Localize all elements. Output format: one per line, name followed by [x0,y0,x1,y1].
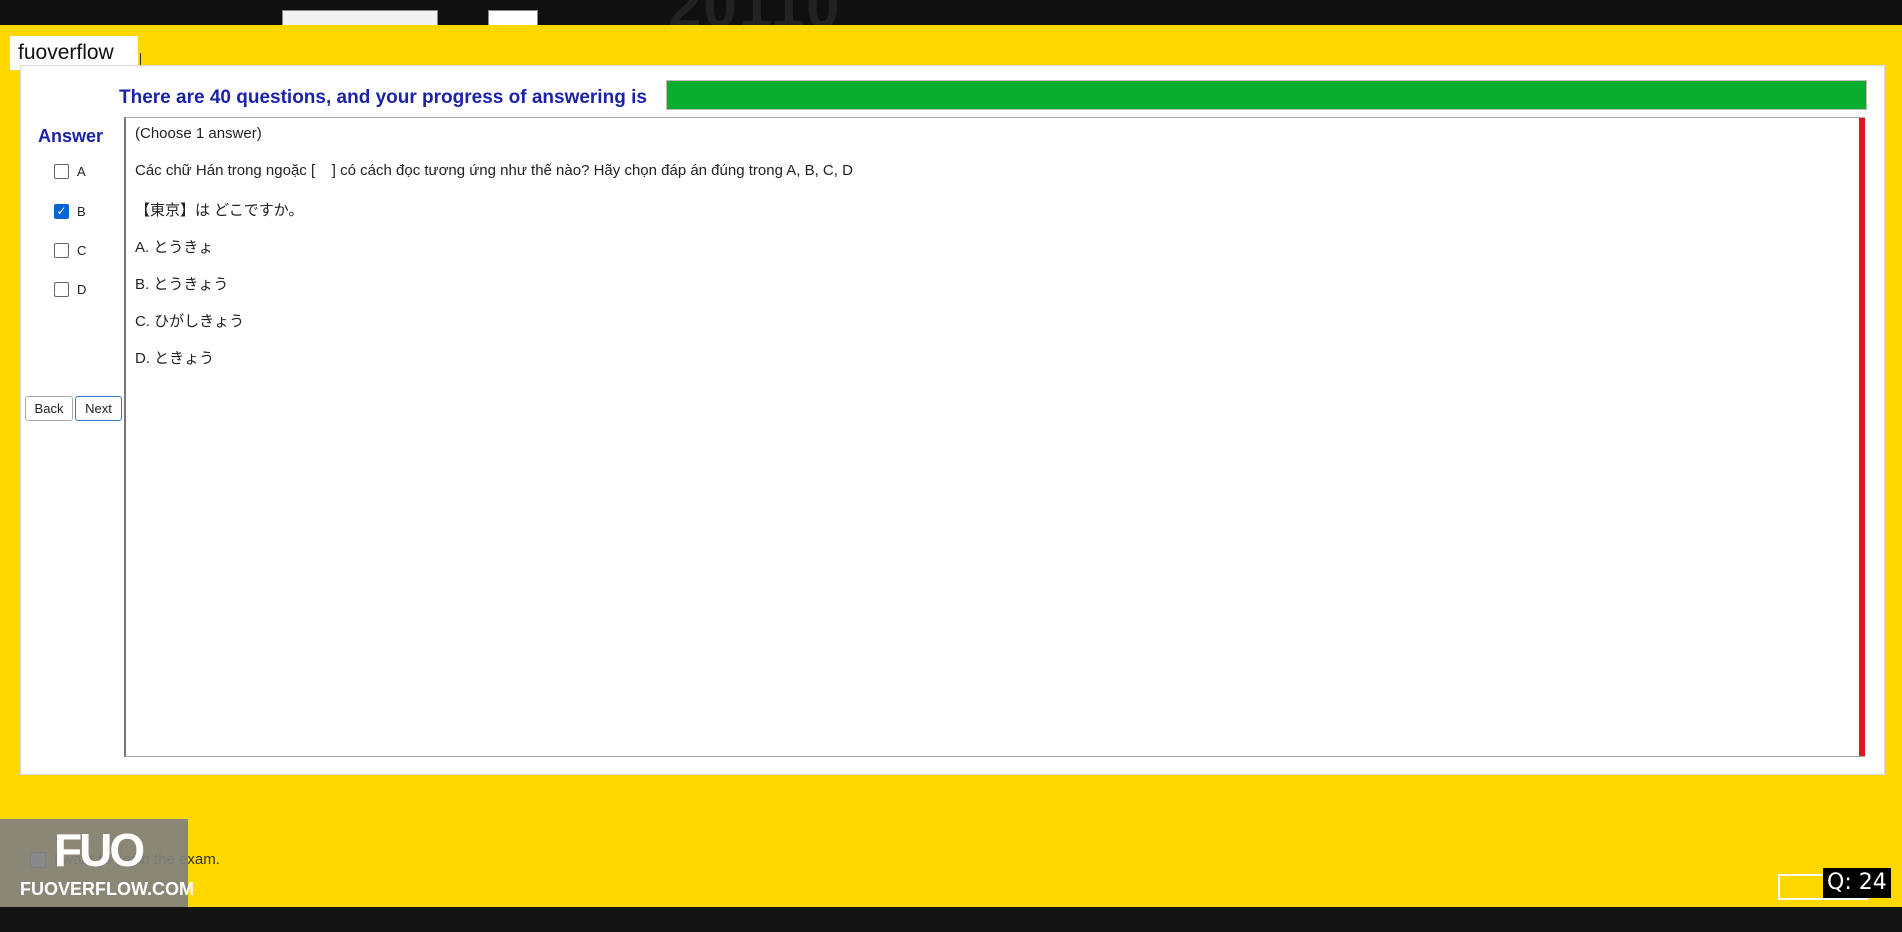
progress-label: There are 40 questions, and your progres… [119,87,647,108]
top-input[interactable] [282,10,438,25]
exam-code-title: 20110 [668,0,842,25]
option-a[interactable]: A [54,161,114,181]
option-c-label: C [77,242,87,258]
top-bar: 20110 [0,0,1902,25]
top-input-small[interactable] [488,10,538,25]
logo-text: FUOVERFLOW.COM [20,879,194,899]
question-box: (Choose 1 answer) Các chữ Hán trong ngoặ… [124,117,1865,757]
choice-d-text: D. ときょう [135,350,215,367]
option-b-label: B [77,203,86,219]
option-c[interactable]: C [54,240,114,260]
question-counter: Q: 24 [1823,868,1891,898]
option-a-label: A [77,163,86,179]
choice-a-text: A. とうきょ [135,239,214,256]
option-c-checkbox[interactable] [54,242,69,258]
progress-bar-fill [667,81,1866,109]
logo-mark: FUO [54,824,145,876]
back-button[interactable]: Back [25,396,73,421]
option-d-label: D [77,281,87,297]
question-box-red-edge [1859,118,1865,756]
progress-bar [666,80,1867,110]
option-b-checkbox[interactable]: ✓ [54,203,69,219]
fuoverflow-logo: FUO FUOVERFLOW.COM [0,819,194,907]
next-button[interactable]: Next [75,396,122,421]
question-text: Các chữ Hán trong ngoặc [ ] có cách đọc … [135,162,853,179]
question-japanese: 【東京】は どこですか。 [135,202,304,219]
bottom-bar [0,907,1902,932]
option-d[interactable]: D [54,279,114,299]
choice-c-text: C. ひがしきょう [135,313,245,330]
answer-title: Answer [38,126,104,146]
option-a-checkbox[interactable] [54,163,69,179]
choice-b-text: B. とうきょう [135,276,229,293]
question-instruction: (Choose 1 answer) [135,125,262,142]
option-b[interactable]: ✓ B [54,201,114,221]
option-d-checkbox[interactable] [54,281,69,297]
